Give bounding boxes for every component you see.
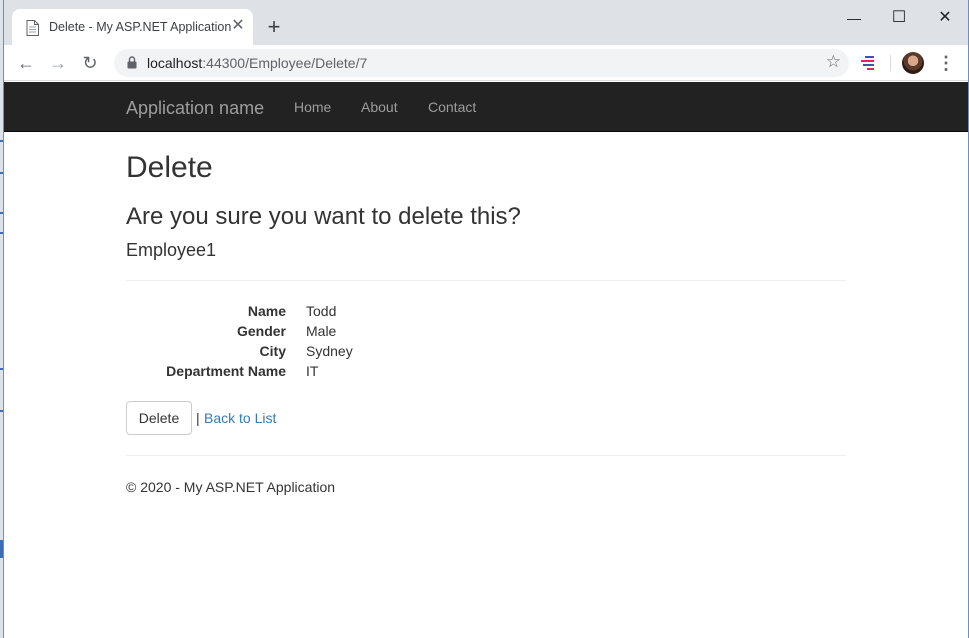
detail-value: Todd — [306, 303, 337, 319]
detail-row-department: Department Name IT — [126, 363, 526, 383]
details-list: Name Todd Gender Male City Sydney Depart… — [126, 303, 526, 383]
reload-icon[interactable]: ↻ — [78, 51, 102, 75]
divider — [126, 280, 846, 281]
tab-title: Delete - My ASP.NET Application — [49, 20, 232, 34]
url-host: localhost — [147, 55, 203, 71]
footer-divider — [126, 455, 846, 456]
address-bar[interactable]: localhost:44300/Employee/Delete/7 ☆ — [114, 49, 849, 77]
detail-label: Name — [247, 303, 286, 319]
browser-menu-icon[interactable]: ⋮ — [936, 51, 956, 75]
close-window-icon[interactable]: ✕ — [933, 6, 957, 30]
detail-value: Sydney — [306, 343, 353, 359]
detail-value: IT — [306, 363, 319, 379]
maximize-icon[interactable]: ☐ — [887, 6, 911, 30]
toolbar-divider — [890, 55, 891, 71]
back-to-list-link[interactable]: Back to List — [204, 410, 276, 426]
detail-label: Department Name — [166, 363, 286, 379]
nav-about[interactable]: About — [361, 99, 398, 115]
url-text: localhost:44300/Employee/Delete/7 — [147, 55, 367, 71]
new-tab-button[interactable]: + — [262, 16, 286, 40]
confirm-question: Are you sure you want to delete this? — [126, 203, 521, 230]
site-navbar: Application name Home About Contact — [4, 82, 968, 132]
page-title: Delete — [126, 151, 213, 184]
profile-avatar[interactable] — [902, 52, 924, 74]
brand-link[interactable]: Application name — [126, 98, 264, 119]
extension-icon[interactable] — [858, 53, 878, 73]
document-icon — [26, 20, 39, 36]
lock-icon — [127, 56, 137, 69]
tab-strip: Delete - My ASP.NET Application ✕ + — ☐ … — [4, 0, 968, 45]
browser-tab[interactable]: Delete - My ASP.NET Application ✕ — [12, 9, 253, 45]
link-separator: | — [196, 410, 200, 426]
back-icon[interactable]: ← — [14, 51, 38, 75]
minimize-icon[interactable]: — — [842, 6, 866, 30]
url-path: :44300/Employee/Delete/7 — [202, 55, 368, 71]
web-page: Application name Home About Contact Dele… — [4, 82, 968, 638]
nav-home[interactable]: Home — [294, 99, 331, 115]
detail-row-name: Name Todd — [126, 303, 526, 323]
detail-value: Male — [306, 323, 337, 339]
nav-contact[interactable]: Contact — [428, 99, 476, 115]
browser-window: Delete - My ASP.NET Application ✕ + — ☐ … — [3, 0, 969, 638]
detail-row-city: City Sydney — [126, 343, 526, 363]
detail-label: City — [259, 343, 286, 359]
detail-row-gender: Gender Male — [126, 323, 526, 343]
forward-icon[interactable]: → — [46, 51, 70, 75]
entity-title: Employee1 — [126, 240, 217, 260]
detail-label: Gender — [236, 323, 286, 339]
close-tab-icon[interactable]: ✕ — [230, 18, 246, 34]
browser-toolbar: ← → ↻ localhost:44300/Employee/Delete/7 … — [4, 45, 968, 81]
bookmark-star-icon[interactable]: ☆ — [826, 52, 841, 72]
delete-button[interactable]: Delete — [126, 401, 192, 435]
footer-text: © 2020 - My ASP.NET Application — [126, 479, 336, 495]
